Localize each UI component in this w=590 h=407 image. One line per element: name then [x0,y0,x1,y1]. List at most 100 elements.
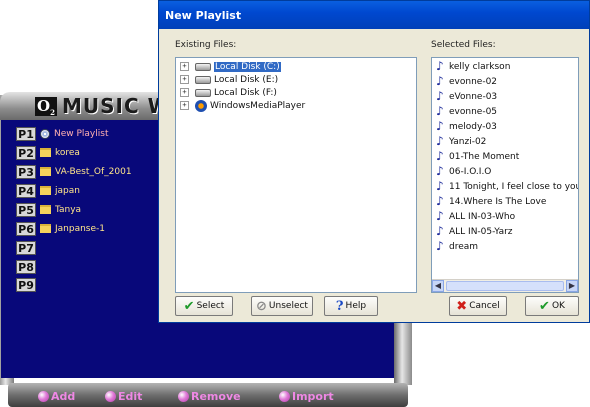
list-item[interactable]: ♪ 06-I.O.I.O [436,165,491,178]
media-player-icon [195,99,207,112]
music-note-icon: ♪ [436,164,444,178]
playlist-number: P8 [16,259,36,274]
expand-icon[interactable]: + [180,101,189,110]
playlist-item-p3[interactable]: P3 VA-Best_Of_2001 [16,164,132,179]
playlist-number: P7 [16,240,36,255]
list-item[interactable]: ♪ ALL IN-05-Yarz [436,225,513,238]
playlist-number: P9 [16,277,36,292]
import-label: Import [292,389,334,403]
list-item[interactable]: ♪ eVonne-03 [436,90,497,103]
music-app-title: MUSIC W [62,94,171,118]
help-icon: ? [335,298,344,314]
expand-icon[interactable]: + [180,62,189,71]
list-item[interactable]: ♪ melody-03 [436,120,497,133]
drive-icon [195,62,211,71]
remove-button[interactable]: Remove [178,389,241,403]
playlist-item-p5[interactable]: P5 Tanya [16,202,81,217]
music-note-icon: ♪ [436,59,444,73]
list-item[interactable]: ♪ evonne-02 [436,75,497,88]
playlist-item-p4[interactable]: P4 japan [16,183,80,198]
folder-icon [40,186,51,195]
tree-item-local-disk-f[interactable]: + Local Disk (F:) [180,86,277,99]
select-button[interactable]: ✔ Select [175,296,233,316]
song-label: evonne-05 [449,106,498,117]
list-item[interactable]: ♪ evonne-05 [436,105,497,118]
playlist-number: P1 [16,126,36,141]
music-note-icon: ♪ [436,209,444,223]
list-item[interactable]: ♪ Yanzi-02 [436,135,486,148]
playlist-item-p2[interactable]: P2 korea [16,145,80,160]
add-label: Add [51,389,76,403]
list-item[interactable]: ♪ ALL IN-03-Who [436,210,515,223]
help-button[interactable]: ? Help [324,296,378,316]
playlist-item-p8[interactable]: P8 [16,259,36,274]
playlist-number: P3 [16,164,36,179]
song-label: evonne-02 [449,76,498,87]
add-icon [38,390,49,402]
import-icon [279,390,290,402]
music-note-icon: ♪ [436,74,444,88]
unselect-button[interactable]: ⊘ Unselect [251,296,313,316]
drive-icon [195,75,211,84]
ok-label: OK [551,301,565,311]
song-label: 01-The Moment [449,151,520,162]
music-note-icon: ♪ [436,149,444,163]
song-label: ALL IN-05-Yarz [449,226,513,237]
tree-item-windows-media-player[interactable]: + WindowsMediaPlayer [180,99,305,112]
song-label: Yanzi-02 [449,136,487,147]
folder-icon [40,224,51,233]
playlist-item-p7[interactable]: P7 [16,240,36,255]
playlist-item-p1[interactable]: P1 New Playlist [16,126,108,141]
drive-icon [195,88,211,97]
folder-icon [40,167,51,176]
music-note-icon: ♪ [436,239,444,253]
cancel-icon: ✖ [456,298,468,314]
add-button[interactable]: Add [38,389,75,403]
dialog-title-bar[interactable]: New Playlist [159,1,589,29]
tree-item-label: WindowsMediaPlayer [210,100,306,111]
selected-files-list[interactable]: ♪ kelly clarkson ♪ evonne-02 ♪ eVonne-03 ♪ e… [431,57,579,293]
unselect-label: Unselect [268,301,308,311]
disc-icon [40,128,50,139]
existing-files-tree[interactable]: + Local Disk (C:) + Local Disk (E:) + Lo… [175,57,417,293]
playlist-name: korea [55,147,80,158]
scroll-right-icon[interactable]: ▶ [566,280,578,292]
selected-files-label: Selected Files: [431,40,496,50]
playlist-item-p9[interactable]: P9 [16,277,36,292]
music-note-icon: ♪ [436,194,444,208]
music-note-icon: ♪ [436,224,444,238]
cancel-button[interactable]: ✖ Cancel [449,296,507,316]
playlist-name: Janpanse-1 [55,223,106,234]
scroll-thumb[interactable] [446,281,564,291]
cancel-label: Cancel [469,301,500,311]
expand-icon[interactable]: + [180,75,189,84]
list-item[interactable]: ♪ dream [436,240,478,253]
expand-icon[interactable]: + [180,88,189,97]
check-icon: ✔ [539,298,550,314]
music-note-icon: ♪ [436,104,444,118]
playlist-name: japan [55,185,80,196]
ok-button[interactable]: ✔ OK [525,296,579,316]
tree-item-local-disk-e[interactable]: + Local Disk (E:) [180,73,278,86]
scroll-left-icon[interactable]: ◀ [432,280,444,292]
music-panel-edge [1,120,14,378]
edit-label: Edit [118,389,143,403]
folder-icon [40,148,51,157]
list-item[interactable]: ♪ 11 Tonight, I feel close to you [436,180,578,193]
list-item[interactable]: ♪ 01-The Moment [436,150,519,163]
song-label: eVonne-03 [449,91,498,102]
playlist-item-p6[interactable]: P6 Janpanse-1 [16,221,105,236]
tree-item-local-disk-c[interactable]: + Local Disk (C:) [180,60,281,73]
playlist-name: Tanya [55,204,82,215]
folder-icon [40,205,51,214]
remove-icon [178,390,189,402]
import-button[interactable]: Import [279,389,334,403]
list-item[interactable]: ♪ kelly clarkson [436,60,510,73]
song-label: 14.Where Is The Love [449,196,547,207]
song-label: dream [449,241,479,252]
playlist-number: P4 [16,183,36,198]
edit-button[interactable]: Edit [105,389,142,403]
list-item[interactable]: ♪ 14.Where Is The Love [436,195,546,208]
horizontal-scrollbar[interactable]: ◀ ▶ [432,279,578,292]
existing-files-label: Existing Files: [175,40,237,50]
